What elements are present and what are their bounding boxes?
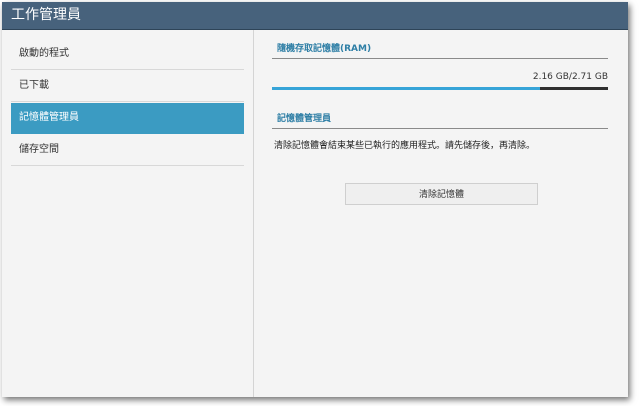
app-window: 工作管理員 啟動的程式 已下載 記憶體管理員 儲存空間 隨機存取記憶體(RAM)… (2, 2, 628, 397)
clear-memory-button[interactable]: 清除記憶體 (345, 183, 538, 205)
sidebar-item-running-apps[interactable]: 啟動的程式 (11, 39, 244, 70)
ram-section-title: 隨機存取記憶體(RAM) (277, 44, 372, 54)
memory-manager-section-header: 記憶體管理員 (272, 110, 608, 129)
sidebar-item-memory-manager[interactable]: 記憶體管理員 (11, 103, 244, 134)
sidebar-item-label: 記憶體管理員 (19, 112, 79, 123)
ram-usage-bar-fill (272, 87, 540, 90)
memory-manager-description: 清除記憶體會結束某些已執行的應用程式。請先儲存後，再清除。 (274, 141, 536, 151)
sidebar-item-label: 已下載 (19, 80, 49, 91)
ram-section-header: 隨機存取記憶體(RAM) (272, 40, 608, 59)
app-title: 工作管理員 (11, 7, 81, 23)
sidebar-item-label: 啟動的程式 (19, 48, 69, 59)
sidebar: 啟動的程式 已下載 記憶體管理員 儲存空間 (2, 30, 254, 397)
ram-usage-text: 2.16 GB/2.71 GB (532, 72, 608, 82)
main-panel: 隨機存取記憶體(RAM) 2.16 GB/2.71 GB 記憶體管理員 清除記憶… (254, 30, 628, 397)
memory-manager-section-title: 記憶體管理員 (277, 114, 332, 124)
sidebar-item-downloaded[interactable]: 已下載 (11, 71, 244, 102)
sidebar-item-storage[interactable]: 儲存空間 (11, 135, 244, 166)
title-bar: 工作管理員 (2, 2, 628, 30)
ram-usage-bar (272, 87, 608, 90)
sidebar-item-label: 儲存空間 (19, 144, 59, 155)
